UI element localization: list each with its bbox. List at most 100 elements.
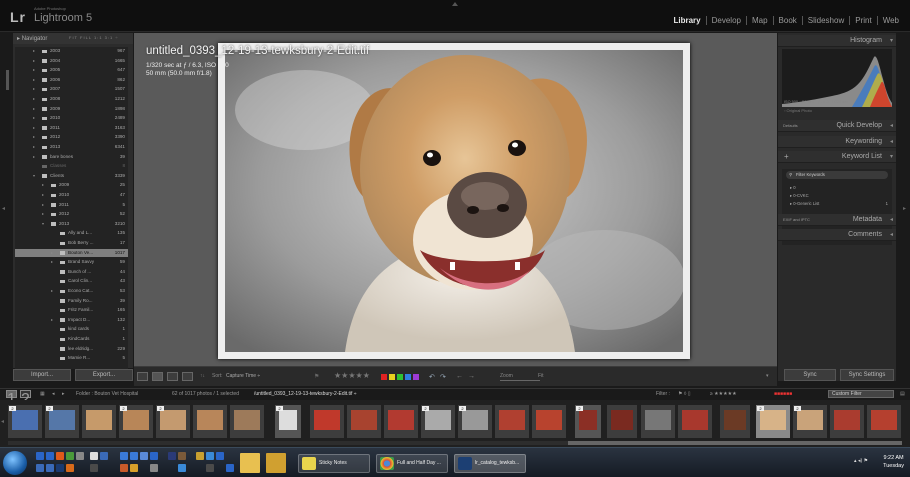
keyword-list-header[interactable]: + Keyword List ▾ [778, 151, 896, 163]
folder-row[interactable]: ▸ 2011 5 [15, 201, 128, 209]
folder-row[interactable]: ▸ 2009 1898 [15, 105, 128, 113]
folder-icon[interactable] [240, 453, 260, 473]
quicklaunch-icon[interactable] [130, 452, 138, 460]
toolbar-menu-icon[interactable]: ▾ [766, 373, 769, 379]
quicklaunch-icon[interactable] [206, 464, 214, 472]
folder-row[interactable]: ▸ Econo Cat... 53 [15, 287, 128, 295]
folder-row[interactable]: ▸ bare bones 39 [15, 153, 128, 161]
folder-row[interactable]: ▸ 2003 967 [15, 47, 128, 55]
filmstrip-thumbnail[interactable] [720, 405, 750, 438]
keywording-header[interactable]: Keywording ◂ [778, 136, 896, 148]
quicklaunch-icon[interactable] [216, 452, 224, 460]
quicklaunch-icon[interactable] [90, 452, 98, 460]
folder-row[interactable]: ▸ 2012 3390 [15, 133, 128, 141]
quick-develop-header[interactable]: Defaults Quick Develop ◂ [778, 120, 896, 132]
module-develop[interactable]: Develop [707, 16, 747, 25]
quicklaunch-icon[interactable] [46, 452, 54, 460]
quicklaunch-icon[interactable] [130, 464, 138, 472]
disclosure-triangle-icon[interactable]: ▸ [42, 210, 44, 218]
filmstrip-thumbnail[interactable] [384, 405, 418, 438]
taskbar-app-lightroom[interactable]: lr_catalog_tewksb... [454, 454, 526, 473]
filmstrip-source[interactable]: Folder : Bouton Vet Hospital [76, 391, 138, 397]
filter-keywords-input[interactable]: ⚲ Filter Keywords [786, 171, 888, 179]
filmstrip-scroll-thumb[interactable] [568, 441, 902, 445]
folder-row[interactable]: Carol Clin... 43 [15, 277, 128, 285]
taskbar-app-browser[interactable]: Full and Half Day ... [376, 454, 448, 473]
quicklaunch-icon[interactable] [56, 452, 64, 460]
filmstrip-thumbnail[interactable] [678, 405, 712, 438]
system-tray-icons[interactable]: ▴ ◂) ⚑ [854, 458, 868, 464]
quicklaunch-icon[interactable] [196, 452, 204, 460]
folder-row[interactable]: ▸ 2007 1507 [15, 85, 128, 93]
disclosure-triangle-icon[interactable]: ▸ [33, 105, 35, 113]
folder-row[interactable]: ▸ 2006 862 [15, 76, 128, 84]
grid-view-icon[interactable] [137, 372, 148, 381]
purple-label-swatch[interactable] [413, 374, 419, 380]
folder-row[interactable]: ▸ 2011 3163 [15, 124, 128, 132]
sync-settings-button[interactable]: Sync Settings [840, 369, 894, 381]
flag-icon[interactable]: ⚑ [314, 373, 319, 380]
filmstrip-thumbnail[interactable] [193, 405, 227, 438]
quicklaunch-icon[interactable] [100, 452, 108, 460]
folder-row[interactable]: ▸ 2005 647 [15, 66, 128, 74]
folder-row[interactable]: Ally and L... 135 [15, 229, 128, 237]
module-print[interactable]: Print [850, 16, 878, 25]
file-explorer-icon[interactable] [266, 453, 286, 473]
collapse-top-arrow-icon[interactable] [452, 2, 458, 6]
disclosure-triangle-icon[interactable]: ▸ [33, 95, 35, 103]
disclosure-triangle-icon[interactable]: ▸ [33, 85, 35, 93]
filmstrip-thumbnail[interactable] [495, 405, 529, 438]
back-arrow-icon[interactable]: ◂ [52, 391, 55, 397]
sort-direction-icon[interactable]: ↑↓ [200, 373, 205, 379]
custom-filter-dropdown[interactable]: Custom Filter [828, 390, 894, 398]
quicklaunch-icon[interactable] [90, 464, 98, 472]
folder-row[interactable]: ▸ 2012 52 [15, 210, 128, 218]
module-slideshow[interactable]: Slideshow [803, 16, 851, 25]
quicklaunch-icon[interactable] [36, 464, 44, 472]
disclosure-triangle-icon[interactable]: ▾ [33, 172, 35, 180]
filter-lock-icon[interactable]: ▤ [900, 391, 905, 397]
forward-arrow-icon[interactable]: ▸ [62, 391, 65, 397]
main-window-icon[interactable]: 1 [6, 390, 17, 408]
disclosure-triangle-icon[interactable]: ▸ [51, 287, 53, 295]
filmstrip-thumbnail[interactable] [867, 405, 901, 438]
filmstrip-thumbnail-selected[interactable]: 2 [756, 405, 790, 438]
next-photo-icon[interactable]: → [468, 373, 475, 380]
quicklaunch-icon[interactable] [66, 452, 74, 460]
module-web[interactable]: Web [878, 16, 904, 25]
histogram-header[interactable]: Histogram ▾ [778, 35, 896, 47]
second-window-icon[interactable]: 2 [20, 390, 31, 408]
quicklaunch-icon[interactable] [56, 464, 64, 472]
folder-row[interactable]: Bunch of ... 44 [15, 268, 128, 276]
disclosure-triangle-icon[interactable]: ▸ [33, 114, 35, 122]
keyword-row[interactable]: ▸ 0-CVKC [790, 193, 809, 198]
filmstrip-thumbnail[interactable]: 2 [275, 405, 301, 438]
filmstrip-thumbnail[interactable] [82, 405, 116, 438]
left-panel-scrollbar[interactable] [6, 70, 9, 90]
sort-dropdown[interactable]: Capture Time ÷ [226, 373, 260, 379]
disclosure-triangle-icon[interactable]: ▸ [33, 57, 35, 65]
filmstrip-thumbnail[interactable]: 2 [156, 405, 190, 438]
flag-filter-icon[interactable]: ⚑ ◊ ▯ [678, 391, 690, 397]
folder-row[interactable]: ▾ Clients 3339 [15, 172, 128, 180]
original-photo-toggle[interactable]: ▫ Original Photo [784, 108, 812, 113]
survey-view-icon[interactable] [182, 372, 193, 381]
folder-row[interactable]: ▸ Impact D... 132 [15, 316, 128, 324]
filmstrip-thumbnail[interactable] [607, 405, 637, 438]
filmstrip-thumbnail[interactable] [641, 405, 675, 438]
folder-row[interactable]: Family Ro... 39 [15, 297, 128, 305]
disclosure-triangle-icon[interactable]: ▸ [33, 76, 35, 84]
quicklaunch-icon[interactable] [178, 452, 186, 460]
folder-row[interactable]: Fritz Famil... 165 [15, 306, 128, 314]
filmstrip-thumbnail[interactable] [230, 405, 264, 438]
compare-view-icon[interactable] [167, 372, 178, 381]
disclosure-triangle-icon[interactable]: ▸ [33, 133, 35, 141]
rating-stars[interactable]: ★★★★★ [334, 371, 370, 380]
filmstrip-thumbnail[interactable]: 2 [575, 405, 601, 438]
filmstrip-thumbnail[interactable] [310, 405, 344, 438]
defaults-dropdown[interactable]: Defaults [783, 120, 798, 132]
metadata-header[interactable]: EXIF and IPTC Metadata ◂ [778, 214, 896, 226]
folder-row[interactable]: ▸ 2010 47 [15, 191, 128, 199]
quicklaunch-icon[interactable] [46, 464, 54, 472]
quicklaunch-icon[interactable] [150, 464, 158, 472]
